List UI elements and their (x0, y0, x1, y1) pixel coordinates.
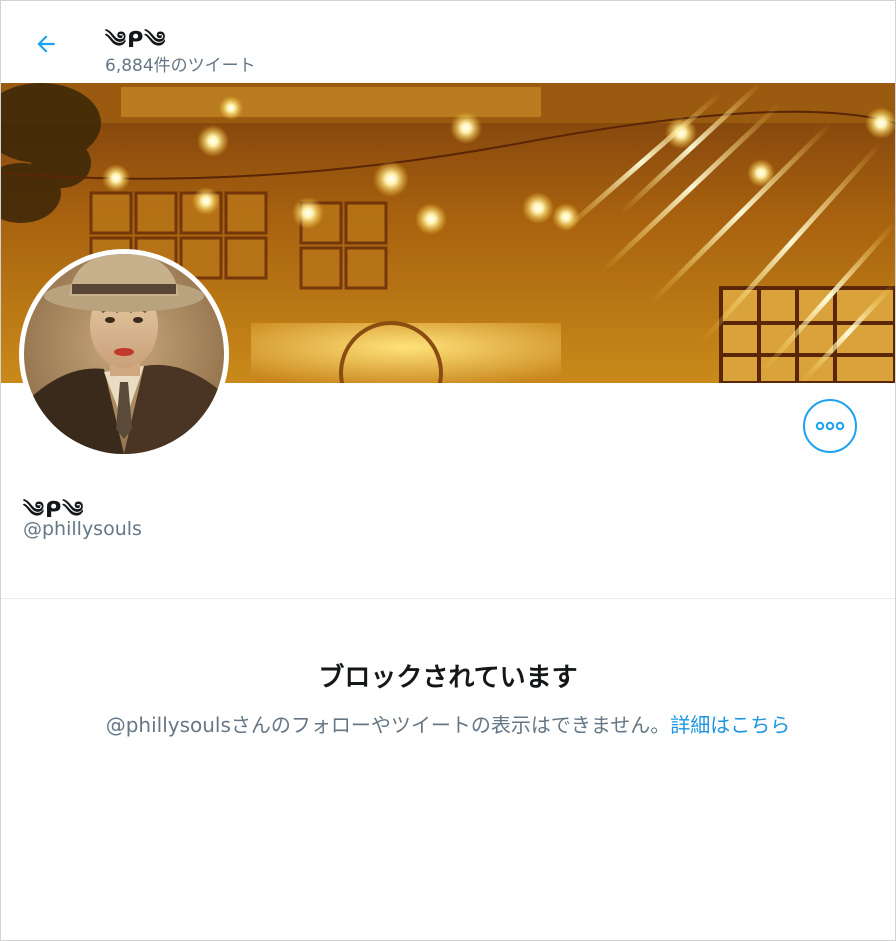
back-button[interactable] (25, 23, 67, 65)
blocked-title: ブロックされています (318, 663, 578, 693)
section-divider (1, 598, 895, 599)
more-horizontal-icon (815, 421, 845, 431)
tweet-count: 6,884件のツイート (105, 56, 256, 76)
blocked-message-container: @phillysoulsさんのフォローやツイートの表示はできません。詳細はこちら (1, 709, 895, 738)
arrow-left-icon (37, 35, 55, 53)
profile-handle: @phillysouls (23, 518, 142, 540)
learn-more-link[interactable]: 詳細はこちら (670, 713, 790, 737)
avatar[interactable] (19, 249, 229, 459)
avatar-image (24, 254, 224, 454)
blocked-message: @phillysoulsさんのフォローやツイートの表示はできません。 (105, 713, 671, 737)
top-header: ༄ᑭ༄ 6,884件のツイート (1, 1, 895, 83)
more-options-button[interactable] (803, 399, 857, 453)
profile-page: ༄ᑭ༄ 6,884件のツイート ༄ᑭ༄ @phillysouls ブロックされて… (0, 0, 896, 941)
